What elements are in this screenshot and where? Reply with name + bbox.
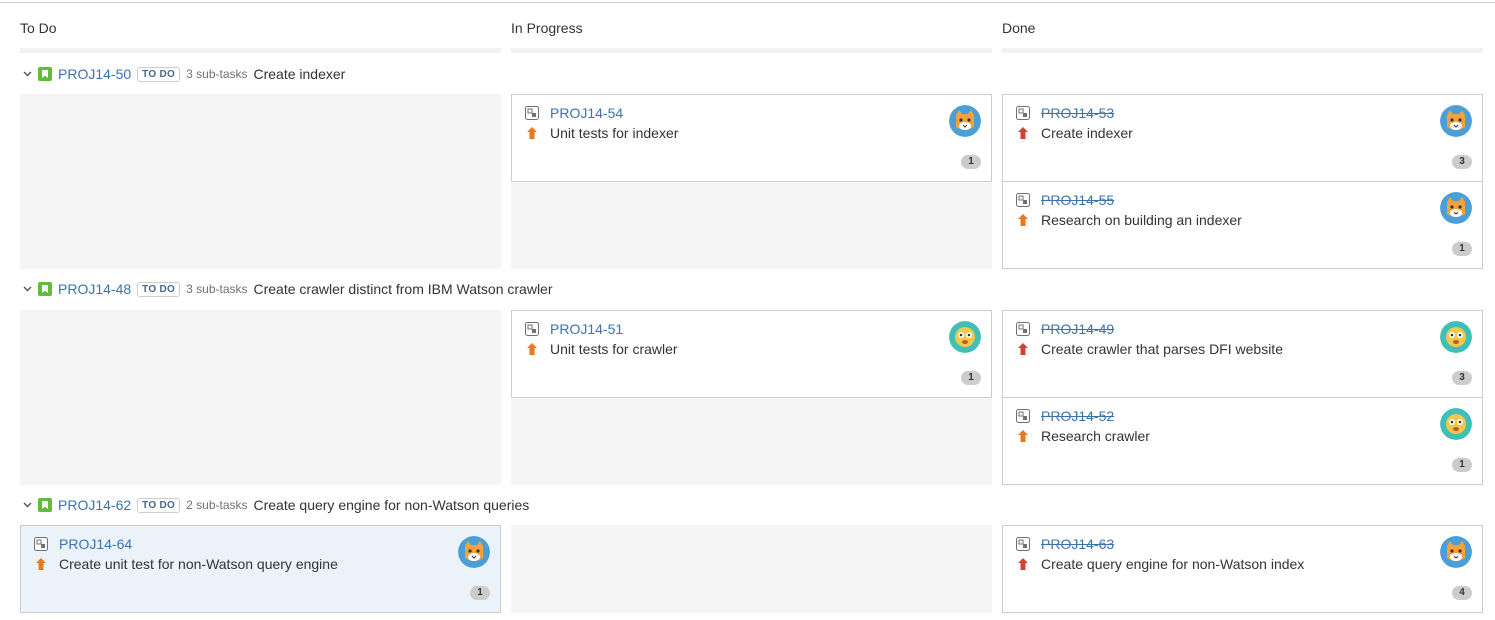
swimlane-title: Create indexer: [253, 66, 346, 82]
issue-card[interactable]: PROJ14-64 Create unit test for non-Watso…: [20, 525, 501, 613]
subtask-icon: [1016, 106, 1030, 120]
swimlane-title: Create crawler distinct from IBM Watson …: [253, 281, 553, 297]
issue-card[interactable]: PROJ14-52 Research crawler 1: [1002, 397, 1483, 485]
subtask-count-badge: 4: [1452, 586, 1472, 600]
issue-key-link[interactable]: PROJ14-52: [1041, 408, 1114, 424]
priority-critical-icon: [1017, 126, 1029, 140]
avatar-icon[interactable]: [1440, 536, 1472, 568]
avatar-icon[interactable]: [949, 321, 981, 353]
avatar-icon[interactable]: [949, 105, 981, 137]
subtask-count-badge: 1: [470, 586, 490, 600]
swimlane-key-link[interactable]: PROJ14-48: [58, 281, 131, 297]
issue-card[interactable]: PROJ14-63 Create query engine for non-Wa…: [1002, 525, 1483, 613]
priority-critical-icon: [1017, 557, 1029, 571]
issue-summary: Research crawler: [1041, 428, 1150, 444]
subtask-count: 3 sub-tasks: [186, 282, 248, 296]
column-header-todo: To Do: [20, 20, 57, 36]
subtask-count-badge: 1: [961, 155, 981, 169]
issue-key-link[interactable]: PROJ14-55: [1041, 192, 1114, 208]
chevron-down-icon[interactable]: [20, 286, 34, 292]
subtask-icon: [34, 537, 48, 551]
avatar-icon[interactable]: [1440, 105, 1472, 137]
issue-summary: Create crawler that parses DFI website: [1041, 341, 1283, 357]
swimlane-header[interactable]: PROJ14-48 TO DO 3 sub-tasks Create crawl…: [20, 279, 553, 299]
issue-card[interactable]: PROJ14-53 Create indexer 3: [1002, 94, 1483, 182]
status-badge: TO DO: [137, 497, 181, 513]
column-cell-in-progress[interactable]: [511, 525, 992, 613]
priority-major-icon: [526, 126, 538, 140]
column-bar-in-progress: [511, 48, 992, 53]
issue-summary: Unit tests for indexer: [550, 125, 679, 141]
story-icon: [38, 67, 52, 81]
issue-key-link[interactable]: PROJ14-54: [550, 105, 623, 121]
swimlane-key-link[interactable]: PROJ14-62: [58, 497, 131, 513]
issue-card[interactable]: PROJ14-54 Unit tests for indexer 1: [511, 94, 992, 182]
issue-card[interactable]: PROJ14-55 Research on building an indexe…: [1002, 181, 1483, 269]
subtask-count-badge: 1: [961, 371, 981, 385]
subtask-icon: [1016, 409, 1030, 423]
subtask-icon: [1016, 193, 1030, 207]
issue-card[interactable]: PROJ14-51 Unit tests for crawler 1: [511, 310, 992, 398]
issue-key-link[interactable]: PROJ14-64: [59, 536, 132, 552]
priority-major-icon: [1017, 429, 1029, 443]
avatar-icon[interactable]: [458, 536, 490, 568]
story-icon: [38, 498, 52, 512]
status-badge: TO DO: [137, 66, 181, 82]
priority-major-icon: [526, 342, 538, 356]
subtask-count-badge: 1: [1452, 458, 1472, 472]
issue-summary: Research on building an indexer: [1041, 212, 1242, 228]
issue-key-link[interactable]: PROJ14-51: [550, 321, 623, 337]
swimlane-header[interactable]: PROJ14-50 TO DO 3 sub-tasks Create index…: [20, 64, 345, 84]
avatar-icon[interactable]: [1440, 321, 1472, 353]
column-header-in-progress: In Progress: [511, 20, 583, 36]
avatar-icon[interactable]: [1440, 408, 1472, 440]
subtask-icon: [525, 106, 539, 120]
priority-major-icon: [1017, 213, 1029, 227]
story-icon: [38, 282, 52, 296]
issue-key-link[interactable]: PROJ14-53: [1041, 105, 1114, 121]
column-cell-todo[interactable]: [20, 310, 501, 485]
issue-card[interactable]: PROJ14-49 Create crawler that parses DFI…: [1002, 310, 1483, 398]
chevron-down-icon[interactable]: [20, 71, 34, 77]
column-bar-done: [1002, 48, 1483, 53]
swimlane-title: Create query engine for non-Watson queri…: [253, 497, 530, 513]
priority-critical-icon: [1017, 342, 1029, 356]
top-divider: [0, 2, 1495, 3]
subtask-count-badge: 3: [1452, 155, 1472, 169]
issue-summary: Unit tests for crawler: [550, 341, 678, 357]
issue-key-link[interactable]: PROJ14-63: [1041, 536, 1114, 552]
status-badge: TO DO: [137, 281, 181, 297]
subtask-icon: [525, 322, 539, 336]
issue-summary: Create query engine for non-Watson index: [1041, 556, 1305, 572]
column-bar-todo: [20, 48, 501, 53]
priority-major-icon: [35, 557, 47, 571]
subtask-count-badge: 1: [1452, 242, 1472, 256]
issue-summary: Create unit test for non-Watson query en…: [59, 556, 338, 572]
swimlane-header[interactable]: PROJ14-62 TO DO 2 sub-tasks Create query…: [20, 495, 529, 515]
subtask-count-badge: 3: [1452, 371, 1472, 385]
subtask-icon: [1016, 322, 1030, 336]
column-cell-todo[interactable]: [20, 94, 501, 269]
subtask-count: 2 sub-tasks: [186, 498, 248, 512]
issue-key-link[interactable]: PROJ14-49: [1041, 321, 1114, 337]
chevron-down-icon[interactable]: [20, 502, 34, 508]
subtask-count: 3 sub-tasks: [186, 67, 248, 81]
avatar-icon[interactable]: [1440, 192, 1472, 224]
subtask-icon: [1016, 537, 1030, 551]
column-header-done: Done: [1002, 20, 1036, 36]
issue-summary: Create indexer: [1041, 125, 1133, 141]
swimlane-key-link[interactable]: PROJ14-50: [58, 66, 131, 82]
